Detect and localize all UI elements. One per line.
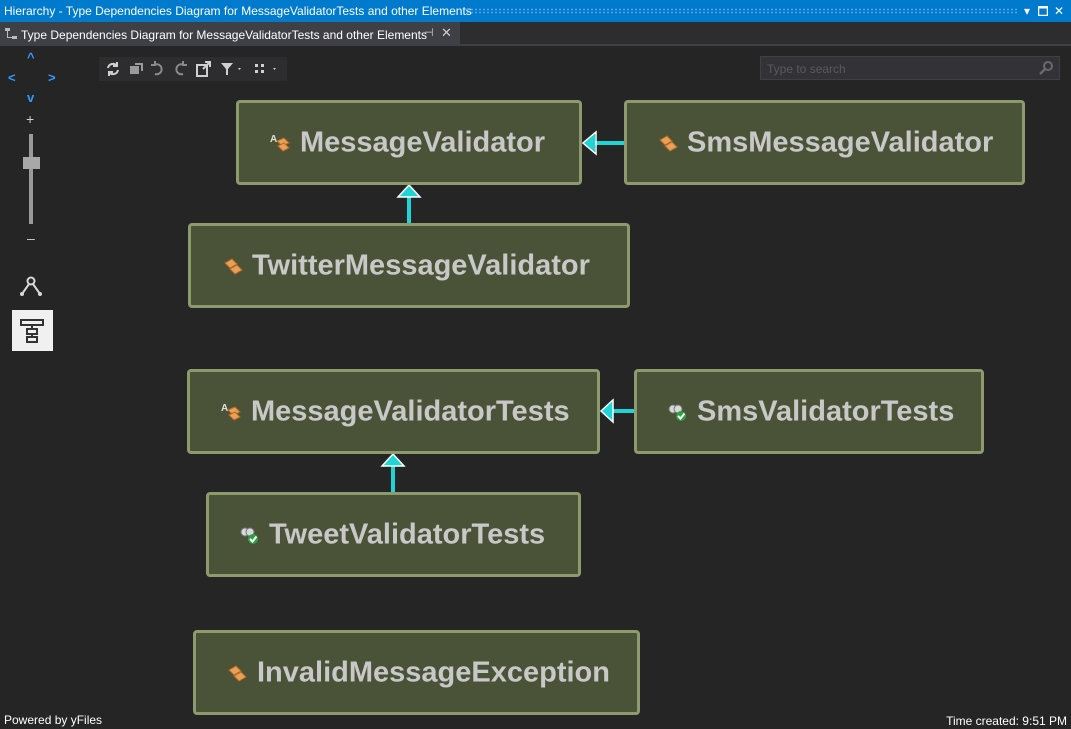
search-box[interactable]: Type to search xyxy=(760,56,1060,80)
node-smsmessagevalidator[interactable]: SmsMessageValidator xyxy=(624,100,1025,185)
search-icon[interactable] xyxy=(1038,60,1054,76)
zoom-slider-thumb[interactable] xyxy=(23,157,40,169)
test-class-icon xyxy=(240,527,258,544)
layout-dropdown-icon[interactable] xyxy=(252,60,280,78)
svg-text:A: A xyxy=(270,134,277,145)
node-label: MessageValidatorTests xyxy=(251,395,570,427)
node-label: SmsValidatorTests xyxy=(697,395,955,427)
abstract-class-icon: A xyxy=(221,403,241,421)
pan-right-icon[interactable]: > xyxy=(48,70,56,85)
refresh-icon[interactable] xyxy=(104,60,122,78)
edge-tweettests-to-messagevalidatortests xyxy=(380,452,406,492)
maximize-icon[interactable] xyxy=(1035,2,1051,20)
document-tab[interactable]: Type Dependencies Diagram for MessageVal… xyxy=(0,22,460,46)
pan-down-icon[interactable]: v xyxy=(27,90,34,105)
close-icon[interactable]: ✕ xyxy=(441,25,452,41)
node-label: SmsMessageValidator xyxy=(687,126,994,158)
dropdown-icon[interactable]: ▾ xyxy=(1019,2,1035,20)
node-messagevalidatortests[interactable]: A MessageValidatorTests xyxy=(187,369,600,454)
time-created-label: Time created: 9:51 PM xyxy=(946,714,1067,728)
node-twittermessagevalidator[interactable]: TwitterMessageValidator xyxy=(188,223,630,308)
filter-icon[interactable] xyxy=(219,60,245,78)
node-messagevalidator[interactable]: A MessageValidator xyxy=(236,100,582,185)
close-window-icon[interactable]: ✕ xyxy=(1051,2,1067,20)
titlebar-grip[interactable] xyxy=(466,8,1017,14)
diagram-toolbar xyxy=(99,57,287,81)
test-class-icon xyxy=(668,404,686,421)
tree-layout-button[interactable] xyxy=(12,310,53,351)
export-icon[interactable] xyxy=(195,60,213,78)
zoom-slider-track[interactable] xyxy=(29,134,33,224)
node-label: InvalidMessageException xyxy=(257,656,610,688)
window-title: Hierarchy - Type Dependencies Diagram fo… xyxy=(4,4,472,18)
node-label: MessageValidator xyxy=(300,126,545,158)
node-label: TwitterMessageValidator xyxy=(252,249,590,281)
edge-sms-to-messagevalidator xyxy=(581,130,624,156)
document-tab-bar: Type Dependencies Diagram for MessageVal… xyxy=(0,22,1071,46)
node-tweetvalidatortests[interactable]: TweetValidatorTests xyxy=(206,492,581,577)
pan-left-icon[interactable]: < xyxy=(8,70,16,85)
powered-by-label: Powered by yFiles xyxy=(4,713,103,727)
hierarchy-layout-icon[interactable] xyxy=(18,276,44,298)
pin-icon[interactable]: ⊣ xyxy=(424,26,434,39)
class-icon xyxy=(659,134,678,152)
stop-icon[interactable] xyxy=(127,60,145,78)
class-icon xyxy=(224,257,243,275)
abstract-class-icon: A xyxy=(270,134,290,152)
zoom-out-icon[interactable]: – xyxy=(27,230,35,246)
redo-icon[interactable] xyxy=(171,60,189,78)
edge-twitter-to-messagevalidator xyxy=(396,183,422,223)
node-label: TweetValidatorTests xyxy=(269,518,546,550)
tab-label: Type Dependencies Diagram for MessageVal… xyxy=(21,28,427,42)
node-invalidmessageexception[interactable]: InvalidMessageException xyxy=(193,630,640,715)
edge-smstests-to-messagevalidatortests xyxy=(599,398,634,424)
zoom-in-icon[interactable]: + xyxy=(26,111,34,127)
node-smsvalidatortests[interactable]: SmsValidatorTests xyxy=(634,369,984,454)
tree-layout-icon xyxy=(20,319,44,343)
undo-icon[interactable] xyxy=(149,60,167,78)
search-input[interactable]: Type to search xyxy=(767,62,846,76)
svg-text:A: A xyxy=(221,403,228,414)
pan-up-icon[interactable]: ^ xyxy=(27,50,35,65)
window-titlebar: Hierarchy - Type Dependencies Diagram fo… xyxy=(0,0,1071,22)
class-icon xyxy=(228,664,247,682)
diagram-tab-icon xyxy=(5,28,17,39)
